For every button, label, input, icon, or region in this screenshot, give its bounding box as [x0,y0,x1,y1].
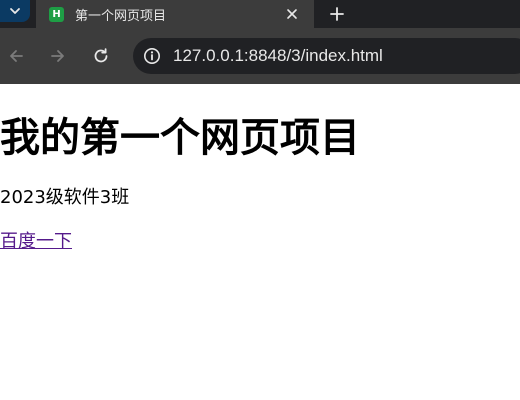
arrow-left-icon [10,50,23,62]
forward-button[interactable] [46,44,70,68]
favicon-letter: H [52,8,61,20]
html-file-icon: H [49,6,64,22]
reload-icon [94,48,108,63]
url-text[interactable]: 127.0.0.1:8848/3/index.html [173,46,383,66]
tab-close-button[interactable] [284,6,300,22]
browser-toolbar: 127.0.0.1:8848/3/index.html [0,28,520,84]
browser-tab[interactable]: H 第一个网页项目 [36,0,314,28]
info-icon [144,48,160,64]
new-tab-button[interactable] [326,4,348,24]
arrow-right-icon [51,50,64,62]
close-icon [287,9,297,19]
reload-button[interactable] [89,44,113,68]
plus-icon [330,7,344,21]
site-info-button[interactable] [141,45,163,67]
page-title: 我的第一个网页项目 [0,115,360,161]
address-bar[interactable]: 127.0.0.1:8848/3/index.html [133,38,520,74]
tab-search-button[interactable] [0,0,30,22]
tab-strip: H 第一个网页项目 [0,0,520,28]
web-page: 我的第一个网页项目 2023级软件3班 百度一下 [0,84,520,400]
page-subtitle: 2023级软件3班 [0,187,130,208]
chevron-down-icon [10,8,20,14]
back-button[interactable] [4,44,28,68]
baidu-link[interactable]: 百度一下 [0,231,72,253]
tab-title: 第一个网页项目 [75,8,167,24]
